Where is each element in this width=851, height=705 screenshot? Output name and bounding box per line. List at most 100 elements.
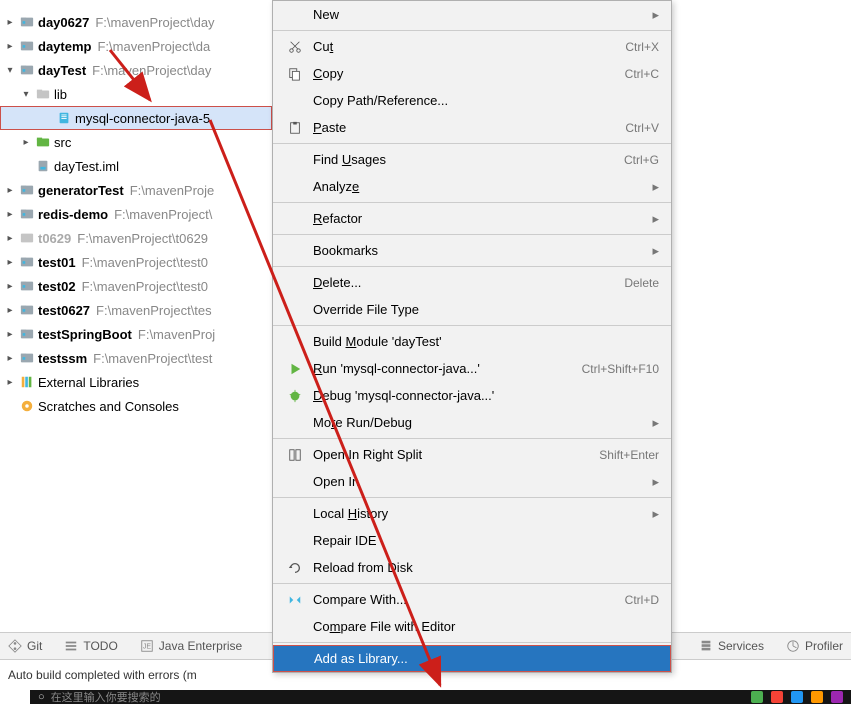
tree-item-src[interactable]: ▸ src bbox=[0, 130, 272, 154]
menu-label: Reload from Disk bbox=[313, 560, 659, 575]
menu-label: Analyze bbox=[313, 179, 642, 194]
debug-icon bbox=[285, 389, 305, 403]
tool-tab-profiler[interactable]: Profiler bbox=[786, 639, 843, 653]
jar-icon bbox=[56, 110, 72, 126]
chevron-icon[interactable]: ▸ bbox=[4, 41, 16, 52]
tree-item-external-libraries[interactable]: ▸ External Libraries bbox=[0, 370, 272, 394]
tree-item-mysql-connector-java-5[interactable]: mysql-connector-java-5 bbox=[0, 106, 272, 130]
tree-item-test01[interactable]: ▸ test01 F:\mavenProject\test0 bbox=[0, 250, 272, 274]
menu-item-run-mysql-connector-java-[interactable]: Run 'mysql-connector-java...' Ctrl+Shift… bbox=[273, 355, 671, 382]
scratches-icon bbox=[19, 398, 35, 414]
menu-item-compare-file-with-editor[interactable]: Compare File with Editor bbox=[273, 613, 671, 640]
chevron-icon[interactable]: ▸ bbox=[4, 185, 16, 196]
menu-item-repair-ide[interactable]: Repair IDE bbox=[273, 527, 671, 554]
tree-item-test0627[interactable]: ▸ test0627 F:\mavenProject\tes bbox=[0, 298, 272, 322]
menu-item-debug-mysql-connector-java-[interactable]: Debug 'mysql-connector-java...' bbox=[273, 382, 671, 409]
menu-separator bbox=[273, 30, 671, 31]
item-path: F:\mavenProject\t0629 bbox=[77, 231, 208, 246]
search-placeholder: 在这里输入你要搜索的 bbox=[51, 689, 161, 705]
chevron-icon[interactable]: ▾ bbox=[20, 89, 32, 100]
item-label: redis-demo bbox=[38, 207, 108, 222]
tree-item-testssm[interactable]: ▸ testssm F:\mavenProject\test bbox=[0, 346, 272, 370]
tree-item-lib[interactable]: ▾ lib bbox=[0, 82, 272, 106]
tree-item-daytemp[interactable]: ▸ daytemp F:\mavenProject\da bbox=[0, 34, 272, 58]
tab-label: Java Enterprise bbox=[159, 639, 242, 653]
chevron-icon[interactable]: ▸ bbox=[4, 233, 16, 244]
menu-label: Override File Type bbox=[313, 302, 659, 317]
chevron-icon[interactable]: ▸ bbox=[4, 17, 16, 28]
chevron-icon[interactable]: ▸ bbox=[4, 305, 16, 316]
menu-separator bbox=[273, 583, 671, 584]
module-light-icon bbox=[19, 230, 35, 246]
menu-item-analyze[interactable]: Analyze ▸ bbox=[273, 173, 671, 200]
services-icon bbox=[699, 639, 713, 653]
tool-tab-git[interactable]: Git bbox=[8, 639, 42, 653]
menu-separator bbox=[273, 266, 671, 267]
chevron-icon[interactable]: ▸ bbox=[4, 377, 16, 388]
menu-item-new[interactable]: New ▸ bbox=[273, 1, 671, 28]
project-tree[interactable]: ▸ day0627 F:\mavenProject\day▸ daytemp F… bbox=[0, 0, 272, 625]
item-label: daytemp bbox=[38, 39, 91, 54]
menu-label: Refactor bbox=[313, 211, 642, 226]
tool-tab-todo[interactable]: TODO bbox=[64, 639, 117, 653]
menu-item-open-in-right-split[interactable]: Open In Right Split Shift+Enter bbox=[273, 441, 671, 468]
menu-item-cut[interactable]: Cut Ctrl+X bbox=[273, 33, 671, 60]
menu-item-open-in[interactable]: Open In ▸ bbox=[273, 468, 671, 495]
item-path: F:\mavenProject\day bbox=[95, 15, 214, 30]
tree-item-testspringboot[interactable]: ▸ testSpringBoot F:\mavenProj bbox=[0, 322, 272, 346]
menu-item-reload-from-disk[interactable]: Reload from Disk bbox=[273, 554, 671, 581]
tool-tab-java-enterprise[interactable]: JEJava Enterprise bbox=[140, 639, 242, 653]
menu-item-copy-path-reference-[interactable]: Copy Path/Reference... bbox=[273, 87, 671, 114]
menu-label: Repair IDE bbox=[313, 533, 659, 548]
os-taskbar: ○ 在这里输入你要搜索的 bbox=[0, 690, 851, 704]
chevron-icon[interactable]: ▸ bbox=[20, 137, 32, 148]
item-label: dayTest.iml bbox=[54, 159, 119, 174]
tree-item-daytest-iml[interactable]: dayTest.iml bbox=[0, 154, 272, 178]
menu-item-copy[interactable]: Copy Ctrl+C bbox=[273, 60, 671, 87]
menu-item-compare-with-[interactable]: Compare With... Ctrl+D bbox=[273, 586, 671, 613]
module-icon bbox=[19, 38, 35, 54]
chevron-icon[interactable]: ▸ bbox=[4, 353, 16, 364]
tree-item-generatortest[interactable]: ▸ generatorTest F:\mavenProje bbox=[0, 178, 272, 202]
tab-label: TODO bbox=[83, 639, 117, 653]
menu-item-add-as-library-[interactable]: Add as Library... bbox=[273, 645, 671, 672]
menu-item-bookmarks[interactable]: Bookmarks ▸ bbox=[273, 237, 671, 264]
chevron-icon[interactable]: ▸ bbox=[4, 329, 16, 340]
menu-item-find-usages[interactable]: Find Usages Ctrl+G bbox=[273, 146, 671, 173]
chevron-icon[interactable]: ▸ bbox=[4, 281, 16, 292]
src-folder-icon bbox=[35, 134, 51, 150]
tab-label: Git bbox=[27, 639, 42, 653]
tree-item-scratches-and-consoles[interactable]: Scratches and Consoles bbox=[0, 394, 272, 418]
tree-item-test02[interactable]: ▸ test02 F:\mavenProject\test0 bbox=[0, 274, 272, 298]
tab-label: Services bbox=[718, 639, 764, 653]
menu-item-delete-[interactable]: Delete... Delete bbox=[273, 269, 671, 296]
menu-item-build-module-daytest-[interactable]: Build Module 'dayTest' bbox=[273, 328, 671, 355]
menu-shortcut: Delete bbox=[624, 276, 659, 290]
tree-item-day0627[interactable]: ▸ day0627 F:\mavenProject\day bbox=[0, 10, 272, 34]
chevron-icon[interactable]: ▸ bbox=[4, 257, 16, 268]
compare-icon bbox=[285, 593, 305, 607]
menu-item-local-history[interactable]: Local History ▸ bbox=[273, 500, 671, 527]
chevron-icon[interactable]: ▾ bbox=[4, 65, 16, 76]
module-icon bbox=[19, 302, 35, 318]
tree-item-daytest[interactable]: ▾ dayTest F:\mavenProject\day bbox=[0, 58, 272, 82]
menu-item-more-run-debug[interactable]: More Run/Debug ▸ bbox=[273, 409, 671, 436]
menu-item-refactor[interactable]: Refactor ▸ bbox=[273, 205, 671, 232]
run-icon bbox=[285, 362, 305, 376]
submenu-arrow-icon: ▸ bbox=[652, 474, 659, 490]
submenu-arrow-icon: ▸ bbox=[652, 415, 659, 431]
menu-label: More Run/Debug bbox=[313, 415, 642, 430]
tree-item-redis-demo[interactable]: ▸ redis-demo F:\mavenProject\ bbox=[0, 202, 272, 226]
menu-shortcut: Ctrl+X bbox=[625, 40, 659, 54]
menu-item-override-file-type[interactable]: Override File Type bbox=[273, 296, 671, 323]
menu-label: Bookmarks bbox=[313, 243, 642, 258]
menu-item-paste[interactable]: Paste Ctrl+V bbox=[273, 114, 671, 141]
item-path: F:\mavenProject\test bbox=[93, 351, 212, 366]
menu-label: Delete... bbox=[313, 275, 604, 290]
chevron-icon[interactable]: ▸ bbox=[4, 209, 16, 220]
tool-tab-services[interactable]: Services bbox=[699, 639, 764, 653]
menu-label: Local History bbox=[313, 506, 642, 521]
item-label: test0627 bbox=[38, 303, 90, 318]
tree-item-t0629[interactable]: ▸ t0629 F:\mavenProject\t0629 bbox=[0, 226, 272, 250]
menu-label: Open In Right Split bbox=[313, 447, 579, 462]
